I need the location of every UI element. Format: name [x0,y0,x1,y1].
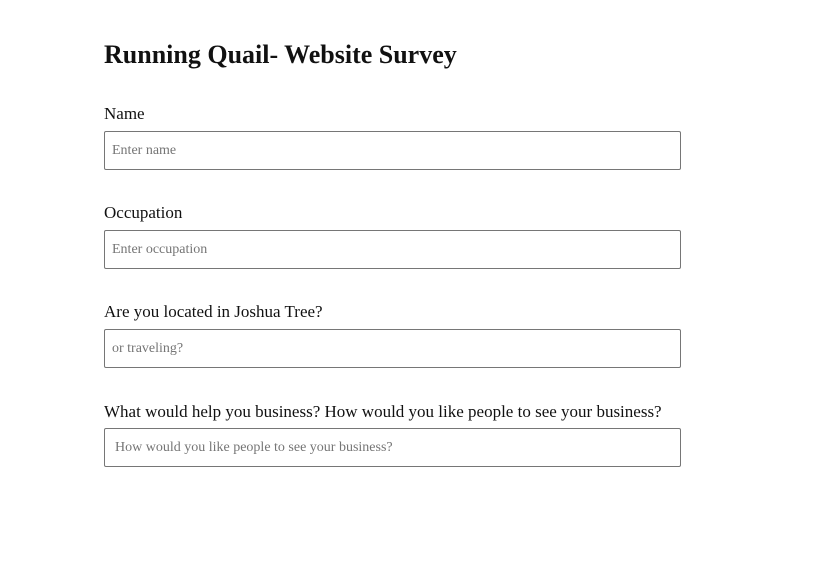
location-label: Are you located in Joshua Tree? [104,302,323,321]
name-input[interactable] [104,131,681,170]
business-label: What would help you business? How would … [104,402,662,421]
name-label: Name [104,104,145,123]
business-input[interactable] [104,428,681,467]
page-title: Running Quail- Website Survey [104,40,457,69]
occupation-input[interactable] [104,230,681,269]
location-input[interactable] [104,329,681,368]
occupation-label: Occupation [104,203,183,222]
